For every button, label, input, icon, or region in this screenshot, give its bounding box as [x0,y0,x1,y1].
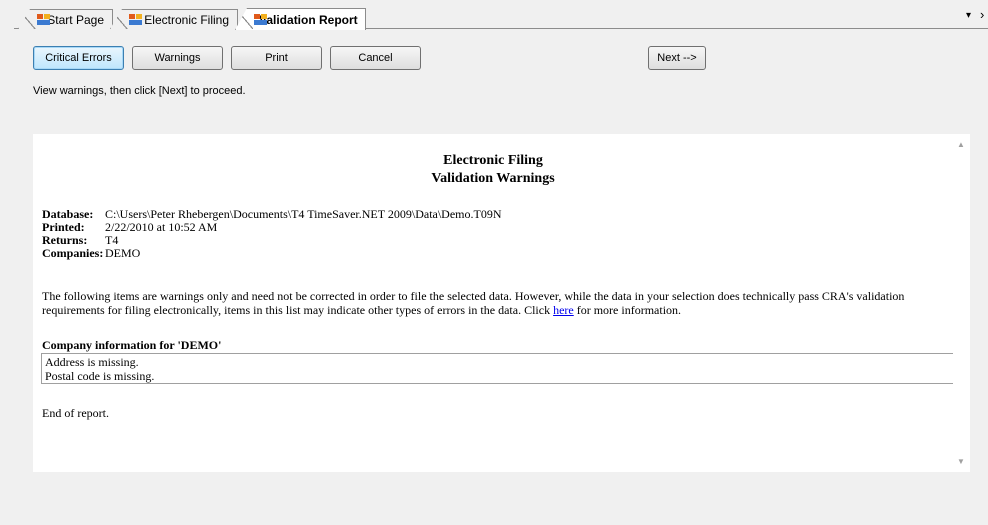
explanation-text: The following items are warnings only an… [42,289,905,317]
scroll-up-icon[interactable]: ▲ [957,140,965,149]
list-item: Address is missing. [45,355,139,369]
app-icon [129,14,142,25]
tab-scroll-right-icon[interactable]: › [980,7,984,22]
tab-electronic-filing[interactable]: Electronic Filing [110,9,238,29]
tab-start-page[interactable]: Start Page [18,9,113,29]
more-info-link[interactable]: here [553,303,574,317]
tab-label: Electronic Filing [144,12,229,27]
meta-key: Companies: [42,246,104,260]
print-button[interactable]: Print [231,46,322,70]
warnings-explanation: The following items are warnings only an… [42,289,957,317]
scroll-down-icon[interactable]: ▼ [957,457,965,466]
vertical-scrollbar[interactable]: ▲ ▼ [953,134,970,472]
meta-value: DEMO [105,246,141,260]
tab-list-dropdown-icon[interactable]: ▾ [966,10,971,21]
next-button[interactable]: Next --> [648,46,706,70]
tab-label: Start Page [47,12,104,27]
report-viewer[interactable]: Electronic Filing Validation Warnings Da… [33,134,970,472]
tab-validation-report[interactable]: Validation Report [235,8,366,30]
end-of-report: End of report. [42,406,109,420]
app-icon [37,14,50,25]
cancel-button[interactable]: Cancel [330,46,421,70]
warning-list: Address is missing. Postal code is missi… [41,353,957,384]
report-subtitle: Validation Warnings [431,171,555,186]
meta-companies: Companies: DEMO [42,247,502,260]
document-tab-strip: Start Page Electronic Filing Validation … [0,0,988,30]
list-item: Postal code is missing. [45,369,155,383]
critical-errors-button[interactable]: Critical Errors [33,46,124,70]
section-title: Company information for 'DEMO' [42,338,222,352]
report-metadata: Database: C:\Users\Peter Rhebergen\Docum… [42,208,502,260]
explanation-text-end: for more information. [573,303,682,317]
meta-value: 2/22/2010 at 10:52 AM [105,220,218,234]
report-title: Electronic Filing [443,153,543,168]
instruction-text: View warnings, then click [Next] to proc… [33,85,246,97]
tab-label: Validation Report [259,12,358,27]
warnings-button[interactable]: Warnings [132,46,223,70]
